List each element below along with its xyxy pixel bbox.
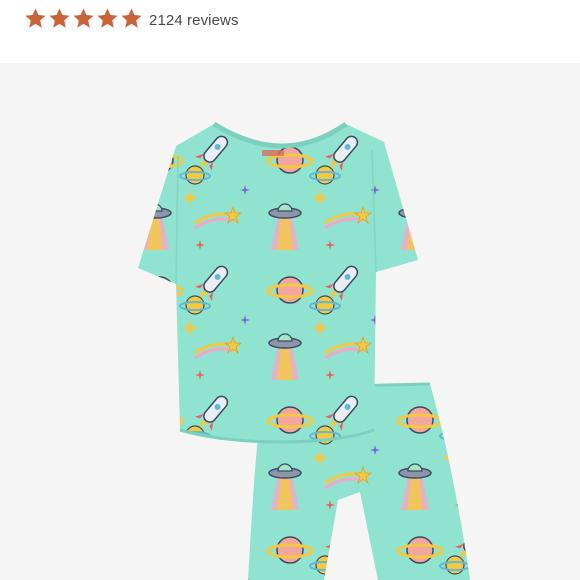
rating-summary[interactable]: 2124 reviews <box>24 4 239 32</box>
star-rating <box>24 7 143 30</box>
product-image[interactable] <box>0 63 580 580</box>
star-icon <box>120 7 143 30</box>
star-icon <box>48 7 71 30</box>
review-count[interactable]: 2124 reviews <box>149 12 239 29</box>
star-icon <box>96 7 119 30</box>
star-icon <box>24 7 47 30</box>
star-icon <box>72 7 95 30</box>
